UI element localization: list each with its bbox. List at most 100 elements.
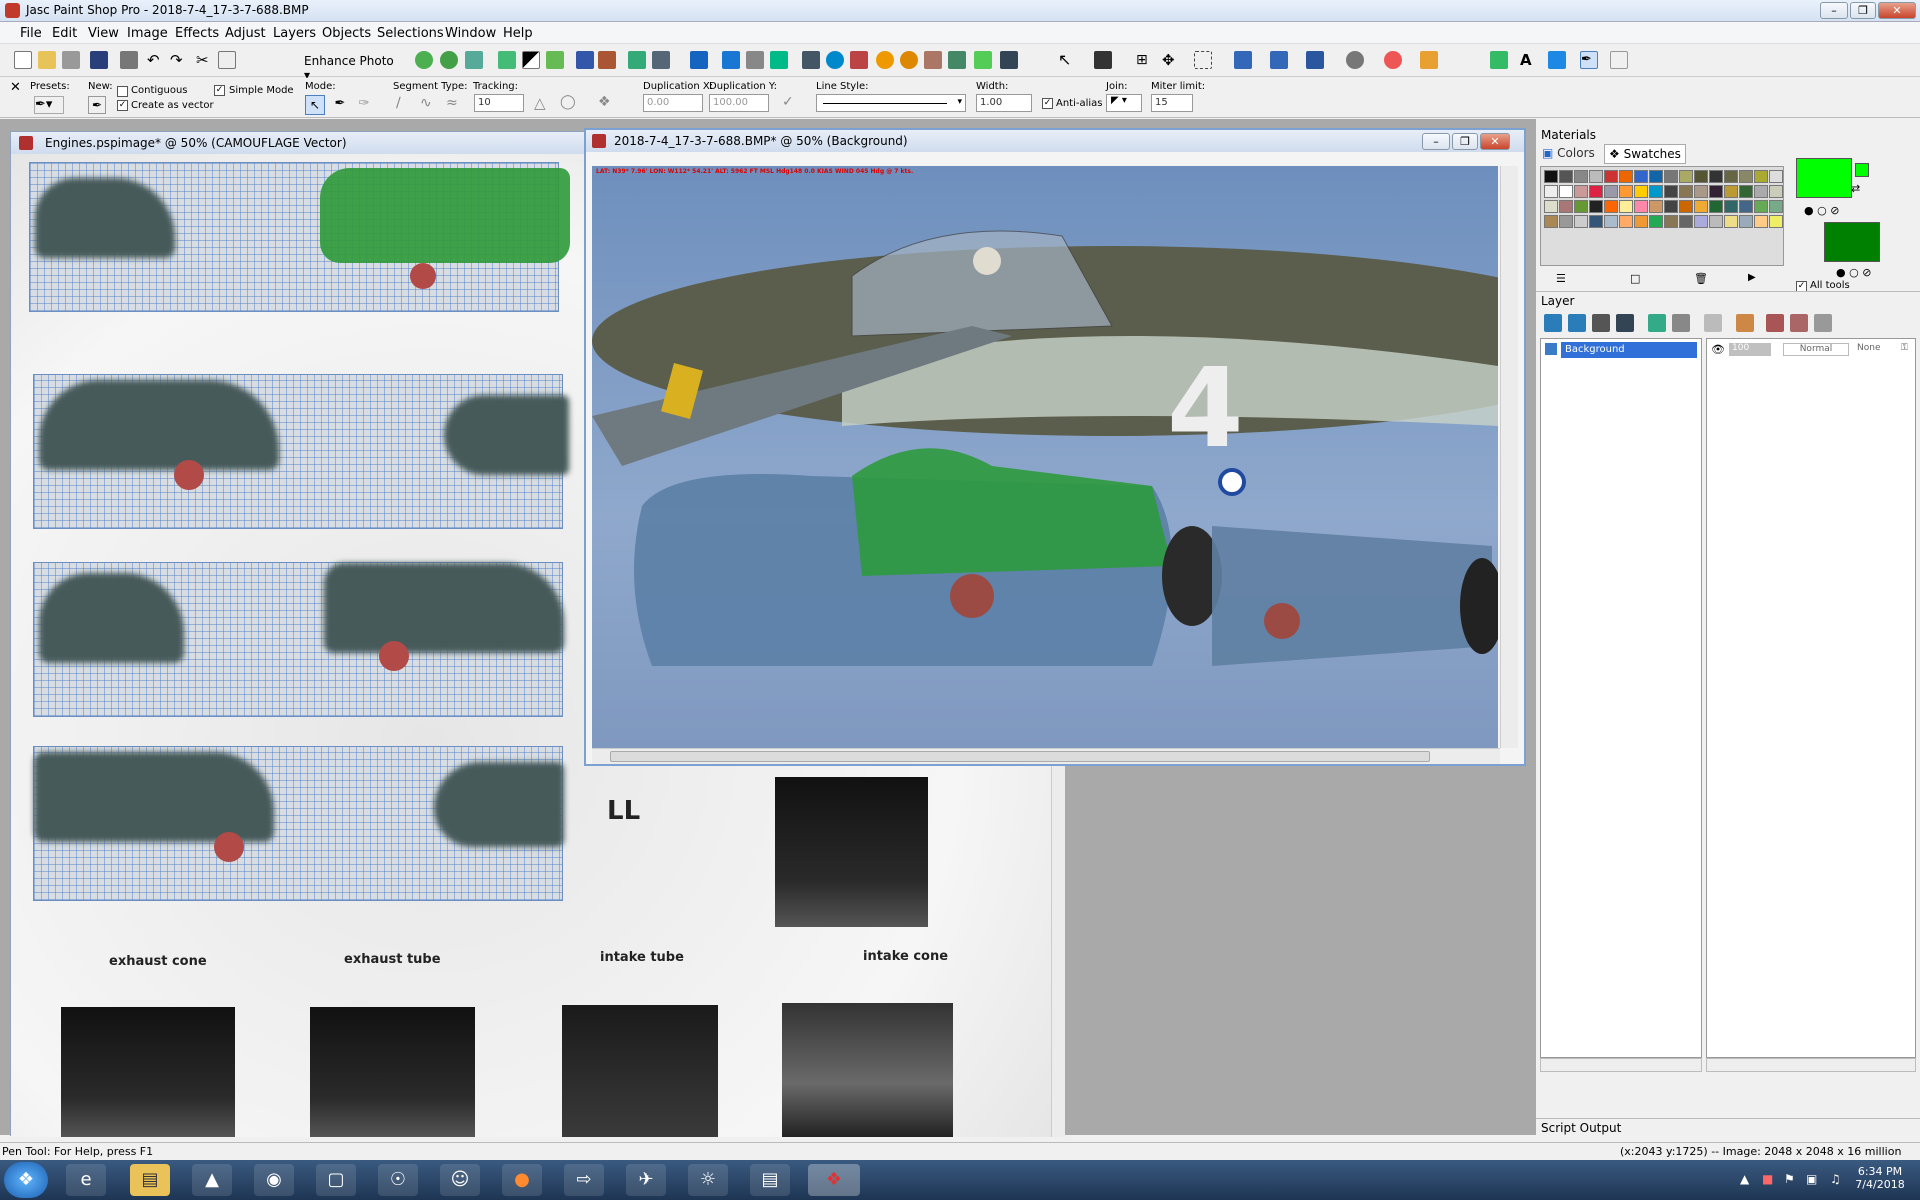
color-swatch[interactable] bbox=[1709, 200, 1723, 213]
cut-icon[interactable]: ✂ bbox=[196, 51, 214, 69]
color-swatch[interactable] bbox=[1769, 200, 1783, 213]
script-icon[interactable] bbox=[802, 51, 820, 69]
mask-link-indicator[interactable]: None bbox=[1857, 343, 1880, 353]
tray-arrow-icon[interactable]: ▲ bbox=[1740, 1172, 1749, 1186]
layer-arrange-icon[interactable] bbox=[1814, 314, 1832, 332]
brightness-icon[interactable] bbox=[498, 51, 516, 69]
text-tool-icon[interactable]: A bbox=[1520, 51, 1538, 69]
enhance-photo-dropdown[interactable]: Enhance Photo ▾ bbox=[298, 51, 398, 82]
new-file-icon[interactable] bbox=[14, 51, 32, 69]
adjustment-layer-icon[interactable] bbox=[1766, 314, 1784, 332]
color-swatch[interactable] bbox=[1634, 185, 1648, 198]
doc-close-button[interactable]: ✕ bbox=[1480, 133, 1510, 150]
tab-swatches[interactable]: ❖ Swatches bbox=[1604, 144, 1686, 164]
swatch-more-icon[interactable]: ▶ bbox=[1748, 272, 1756, 283]
bmp-vertical-scrollbar[interactable] bbox=[1500, 166, 1518, 748]
menu-adjust[interactable]: Adjust bbox=[225, 26, 266, 41]
color-swatch[interactable] bbox=[1589, 170, 1603, 183]
color-swatch[interactable] bbox=[1724, 185, 1738, 198]
color-swatch[interactable] bbox=[1754, 200, 1768, 213]
color-swatch[interactable] bbox=[1634, 200, 1648, 213]
pan-tool-icon[interactable] bbox=[1094, 51, 1112, 69]
duplication-x-input[interactable]: 0.00 bbox=[643, 94, 703, 112]
options-close-icon[interactable]: ✕ bbox=[10, 80, 21, 95]
color-swatch[interactable] bbox=[1679, 215, 1693, 228]
preset-shape-icon[interactable] bbox=[1548, 51, 1566, 69]
color-swatch[interactable] bbox=[1544, 215, 1558, 228]
color-swatch[interactable] bbox=[1754, 215, 1768, 228]
color-swatch[interactable] bbox=[1559, 170, 1573, 183]
create-vector-checkbox[interactable]: ✓ bbox=[117, 100, 128, 111]
tray-display-icon[interactable]: ▣ bbox=[1806, 1172, 1817, 1186]
background-color-swatch[interactable] bbox=[1824, 222, 1880, 262]
menu-selections[interactable]: Selections bbox=[377, 26, 444, 41]
minimize-button[interactable]: – bbox=[1820, 2, 1848, 19]
doc-minimize-button[interactable]: – bbox=[1422, 133, 1450, 150]
taskbar-clock[interactable]: 6:34 PM 7/4/2018 bbox=[1850, 1165, 1910, 1191]
delete-swatch-icon[interactable]: 🗑 bbox=[1694, 272, 1708, 285]
menu-effects[interactable]: Effects bbox=[175, 26, 219, 41]
layer-properties-icon[interactable] bbox=[1736, 314, 1754, 332]
contiguous-checkbox[interactable] bbox=[117, 86, 128, 97]
presets-dropdown[interactable]: ✒▾ bbox=[34, 96, 64, 114]
notes-app-icon[interactable]: ▢ bbox=[316, 1164, 356, 1196]
color-swatch[interactable] bbox=[1604, 200, 1618, 213]
start-button[interactable]: ❖ bbox=[4, 1162, 48, 1198]
swap-colors-icon[interactable]: ⇄ bbox=[1851, 182, 1860, 195]
layer-props-scrollbar[interactable] bbox=[1706, 1058, 1916, 1072]
color-swatch[interactable] bbox=[1559, 200, 1573, 213]
sparkle-icon[interactable] bbox=[974, 51, 992, 69]
picture-tube-icon[interactable] bbox=[1490, 51, 1508, 69]
segment-curve-icon[interactable]: ∿ bbox=[420, 95, 432, 111]
palette-toggle-icon[interactable] bbox=[690, 51, 708, 69]
mode-edit-icon[interactable]: ↖ bbox=[305, 95, 325, 115]
connect-segments-icon[interactable]: △ bbox=[534, 94, 546, 112]
lock-icon[interactable]: ⚿ bbox=[1901, 343, 1908, 353]
color-swatch[interactable] bbox=[1694, 215, 1708, 228]
mode-draw-icon[interactable]: ✒ bbox=[330, 95, 350, 115]
color-swatch[interactable] bbox=[1544, 185, 1558, 198]
color-swatch[interactable] bbox=[1589, 185, 1603, 198]
color-swatch[interactable] bbox=[1769, 185, 1783, 198]
opacity-slider[interactable]: 100 bbox=[1729, 343, 1771, 356]
redo-icon[interactable]: ↷ bbox=[170, 51, 188, 69]
delete-layer-icon[interactable] bbox=[1704, 314, 1722, 332]
hue-icon[interactable] bbox=[546, 51, 564, 69]
browser-icon[interactable] bbox=[826, 51, 844, 69]
new-shape-icon[interactable]: ✒ bbox=[88, 96, 106, 114]
dodge-icon[interactable] bbox=[1346, 51, 1364, 69]
copy-icon[interactable] bbox=[218, 51, 236, 69]
mode-knife-icon[interactable]: ✑ bbox=[354, 95, 374, 115]
transfer-app-icon[interactable]: ⇨ bbox=[564, 1164, 604, 1196]
crop-tool-icon[interactable]: ⊞ bbox=[1136, 51, 1154, 69]
blend-mode-dropdown[interactable]: Normal bbox=[1783, 343, 1849, 356]
radar-app-icon[interactable]: ☼ bbox=[688, 1164, 728, 1196]
color-swatch[interactable] bbox=[1544, 170, 1558, 183]
restore-button[interactable]: ❐ bbox=[1850, 2, 1876, 19]
color-swatch[interactable] bbox=[1604, 185, 1618, 198]
effect-icon[interactable] bbox=[850, 51, 868, 69]
color-swatch[interactable] bbox=[1574, 215, 1588, 228]
color-swatch[interactable] bbox=[1709, 170, 1723, 183]
apply-check-icon[interactable]: ✓ bbox=[782, 94, 794, 110]
duplicate-layer-icon[interactable] bbox=[1648, 314, 1666, 332]
visibility-eye-icon[interactable]: 👁 bbox=[1711, 343, 1725, 356]
undo-icon[interactable]: ↶ bbox=[147, 51, 165, 69]
color-swatch[interactable] bbox=[1664, 215, 1678, 228]
color-swatch[interactable] bbox=[1634, 215, 1648, 228]
menu-layers[interactable]: Layers bbox=[273, 26, 316, 41]
browse-icon[interactable] bbox=[62, 51, 80, 69]
materials-toggle-icon[interactable] bbox=[770, 51, 788, 69]
pen-tool-icon[interactable]: ✒ bbox=[1580, 51, 1598, 69]
dropper-tool-icon[interactable] bbox=[1234, 51, 1252, 69]
style-solid-icon[interactable]: ● ○ ⊘ bbox=[1804, 204, 1839, 217]
new-mask-icon[interactable] bbox=[1616, 314, 1634, 332]
color-swatch[interactable] bbox=[1604, 170, 1618, 183]
layer-list-scrollbar[interactable] bbox=[1540, 1058, 1702, 1072]
internet-explorer-icon[interactable]: e bbox=[66, 1164, 106, 1196]
open-folder-icon[interactable] bbox=[38, 51, 56, 69]
menu-edit[interactable]: Edit bbox=[52, 26, 77, 41]
histogram-icon[interactable] bbox=[576, 51, 594, 69]
color-swatch[interactable] bbox=[1739, 200, 1753, 213]
frame-icon[interactable] bbox=[1000, 51, 1018, 69]
